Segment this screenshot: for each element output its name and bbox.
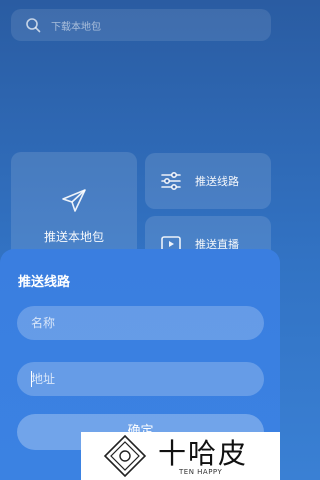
search-placeholder: 下载本地包	[51, 21, 101, 33]
dialog-title: 推送线路	[18, 275, 71, 290]
diamond-logo-icon	[103, 434, 147, 478]
search-bar[interactable]: 下载本地包	[11, 9, 271, 41]
search-icon	[26, 18, 41, 33]
name-input[interactable]	[17, 306, 264, 340]
tile-label: 推送本地包	[43, 230, 104, 244]
send-icon	[62, 189, 86, 212]
text-cursor	[31, 371, 32, 387]
push-route-tile[interactable]: 推送线路	[145, 153, 271, 209]
address-input[interactable]	[17, 362, 264, 396]
watermark-name: 十哈皮	[158, 437, 249, 470]
sliders-icon	[161, 171, 181, 191]
watermark-subtitle: TEN HAPPY	[179, 468, 223, 476]
watermark: 十哈皮 TEN HAPPY	[81, 432, 280, 480]
push-local-package-tile[interactable]: 推送本地包	[11, 152, 137, 262]
tile-label: 推送线路	[195, 175, 239, 188]
